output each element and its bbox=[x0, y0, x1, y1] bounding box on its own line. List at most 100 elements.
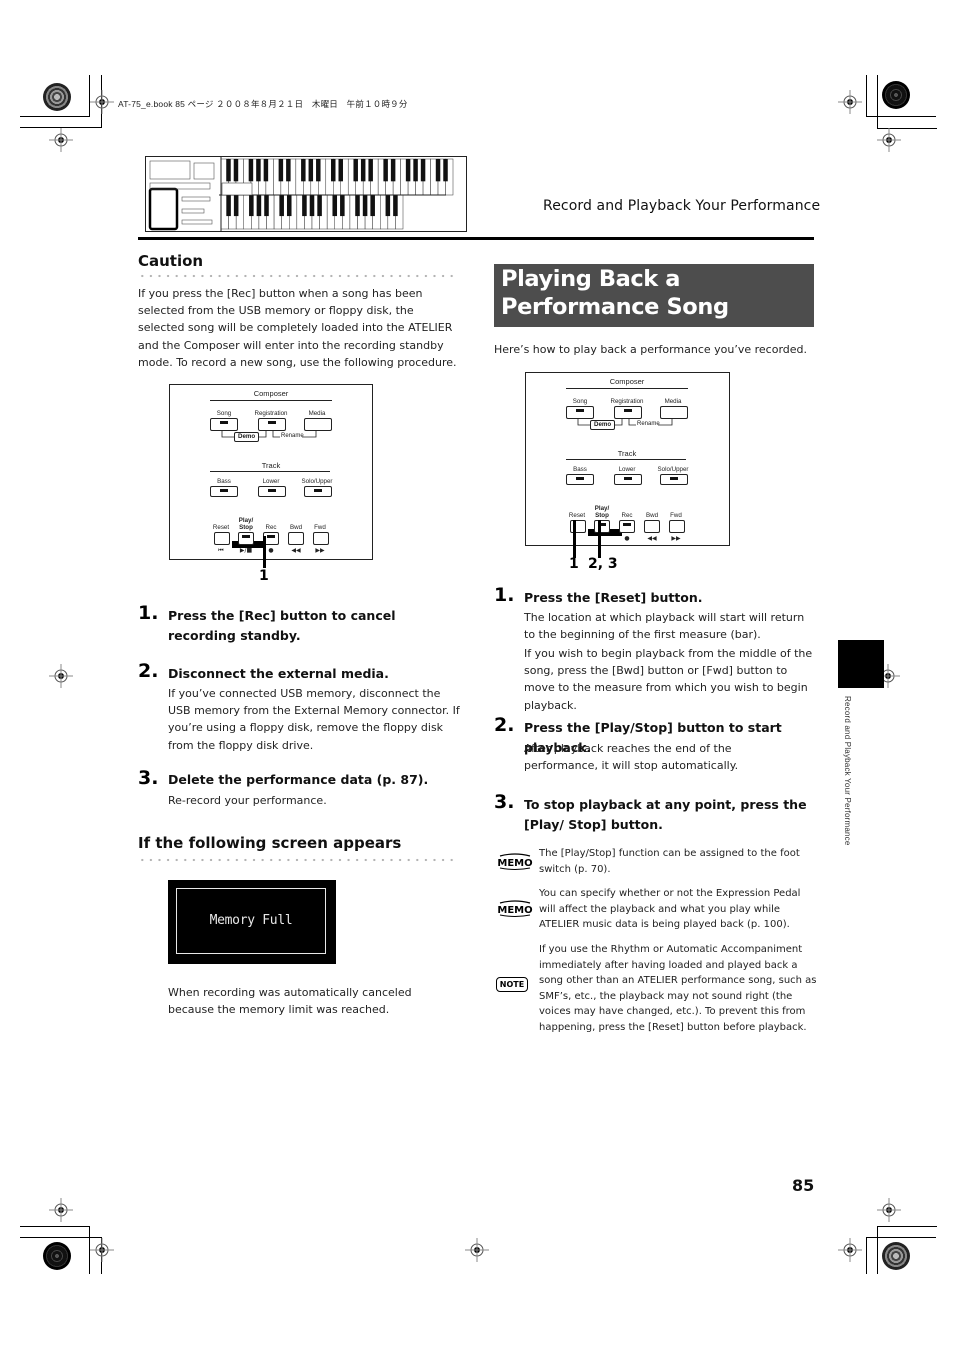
header-rule bbox=[138, 237, 814, 240]
play-stop-label: Play/ Stop bbox=[594, 505, 610, 519]
play-stop-button[interactable] bbox=[238, 532, 254, 545]
black-key bbox=[332, 195, 338, 217]
callout-1: 1 bbox=[259, 568, 269, 584]
divider bbox=[210, 471, 330, 472]
play-stop-button[interactable] bbox=[594, 520, 610, 533]
fwd-symbol-icon: ▶▶ bbox=[671, 535, 681, 542]
section-title-banner: Playing Back a Performance Song bbox=[494, 264, 814, 327]
bwd-symbol-icon: ◀◀ bbox=[647, 535, 657, 542]
rec-button[interactable] bbox=[619, 520, 635, 533]
bwd-label: Bwd bbox=[289, 524, 303, 531]
callout-line bbox=[598, 520, 601, 558]
registration-target-icon bbox=[882, 81, 910, 109]
step-number: 3. bbox=[494, 791, 515, 813]
rename-label: Rename bbox=[637, 421, 660, 427]
organ-thumbnail bbox=[145, 156, 467, 232]
black-key bbox=[302, 195, 307, 217]
solo-upper-track-button[interactable] bbox=[304, 486, 332, 497]
lower-track-button[interactable] bbox=[614, 474, 642, 485]
crosshair-icon bbox=[877, 128, 901, 152]
bwd-label: Bwd bbox=[645, 512, 659, 519]
step-number: 2. bbox=[494, 714, 515, 736]
step-title: Delete the performance data (p. 87). bbox=[168, 772, 429, 787]
bwd-button[interactable] bbox=[288, 532, 304, 545]
step-number: 1. bbox=[138, 602, 159, 624]
reset-label: Reset bbox=[212, 524, 230, 531]
bass-track-button[interactable] bbox=[566, 474, 594, 485]
play-stop-label: Play/ Stop bbox=[238, 517, 254, 531]
step-body: Re-record your performance. bbox=[168, 794, 327, 807]
black-key bbox=[286, 195, 292, 217]
fwd-button[interactable] bbox=[313, 532, 329, 545]
solo-upper-label: Solo/Upper bbox=[657, 466, 689, 473]
black-key bbox=[301, 159, 306, 182]
black-key bbox=[233, 195, 239, 217]
black-key bbox=[405, 159, 411, 182]
bwd-button[interactable] bbox=[644, 520, 660, 533]
bass-track-button[interactable] bbox=[210, 486, 238, 497]
rec-label: Rec bbox=[621, 512, 633, 519]
black-key bbox=[368, 159, 373, 182]
registration-target-icon bbox=[882, 1242, 910, 1270]
black-key bbox=[316, 159, 321, 182]
black-key bbox=[393, 195, 398, 217]
black-key bbox=[256, 159, 261, 182]
black-key bbox=[308, 159, 314, 182]
page-number: 85 bbox=[792, 1176, 815, 1195]
memo-text: The [Play/Stop] function can be assigned… bbox=[539, 848, 800, 875]
lcd-frame: Memory Full bbox=[176, 888, 326, 954]
black-key bbox=[264, 195, 269, 217]
section-intro: Here’s how to play back a performance yo… bbox=[494, 343, 808, 356]
crosshair-icon bbox=[877, 1198, 901, 1222]
demo-label: Demo bbox=[234, 432, 260, 442]
black-key bbox=[233, 159, 239, 182]
composer-panel-diagram-right: Composer Song Registration Media Demo Re… bbox=[525, 372, 730, 546]
lcd-screen: Memory Full bbox=[168, 880, 336, 964]
track-title: Track bbox=[617, 449, 637, 458]
callout-line bbox=[573, 520, 576, 558]
black-key bbox=[248, 159, 254, 182]
black-key bbox=[443, 159, 448, 182]
solo-upper-track-button[interactable] bbox=[660, 474, 688, 485]
solo-upper-label: Solo/Upper bbox=[301, 478, 333, 485]
fwd-label: Fwd bbox=[314, 524, 326, 531]
step-number: 3. bbox=[138, 767, 159, 789]
note-icon: NOTE bbox=[496, 977, 528, 992]
bass-label: Bass bbox=[573, 466, 587, 473]
step-number: 2. bbox=[138, 660, 159, 682]
composer-panel-diagram-left: Composer Song Registration Media Demo Re… bbox=[169, 384, 373, 560]
crosshair-icon bbox=[49, 664, 73, 688]
step-number: 1. bbox=[494, 584, 515, 606]
black-key bbox=[278, 159, 284, 182]
black-key bbox=[286, 159, 291, 182]
black-key bbox=[256, 195, 262, 217]
svg-text:MEMO: MEMO bbox=[497, 905, 532, 916]
screen-description: When recording was automatically cancele… bbox=[168, 986, 412, 1017]
chapter-tab bbox=[838, 640, 884, 688]
step-body: After playback reaches the end of the pe… bbox=[524, 742, 739, 773]
step-body: If you’ve connected USB memory, disconne… bbox=[168, 687, 460, 752]
reset-button[interactable] bbox=[214, 532, 230, 545]
rename-label: Rename bbox=[281, 433, 304, 439]
memo-icon: MEMO bbox=[497, 900, 533, 917]
crosshair-icon bbox=[465, 1238, 489, 1262]
registration-target-icon bbox=[43, 83, 71, 111]
screen-heading: If the following screen appears bbox=[138, 834, 402, 852]
play-stop-symbol-icon: ▶/■ bbox=[239, 547, 253, 554]
fwd-button[interactable] bbox=[669, 520, 685, 533]
print-header: AT-75_e.book 85 ページ ２００８年８月２１日 木曜日 午前１０時… bbox=[118, 99, 408, 109]
divider bbox=[566, 459, 686, 460]
bass-label: Bass bbox=[217, 478, 231, 485]
reset-label: Reset bbox=[568, 512, 586, 519]
organ-keyboard-illustration bbox=[148, 157, 454, 231]
caution-body: If you press the [Rec] button when a son… bbox=[138, 287, 457, 369]
black-key bbox=[362, 195, 368, 217]
lower-label: Lower bbox=[618, 466, 636, 473]
chapter-tab-label: Record and Playback Your Performance bbox=[843, 696, 852, 846]
lower-track-button[interactable] bbox=[258, 486, 286, 497]
black-key bbox=[353, 159, 358, 182]
note-text: If you use the Rhythm or Automatic Accom… bbox=[539, 944, 817, 1033]
black-key bbox=[355, 195, 360, 217]
demo-label: Demo bbox=[590, 420, 616, 430]
caution-heading: Caution bbox=[138, 252, 204, 270]
